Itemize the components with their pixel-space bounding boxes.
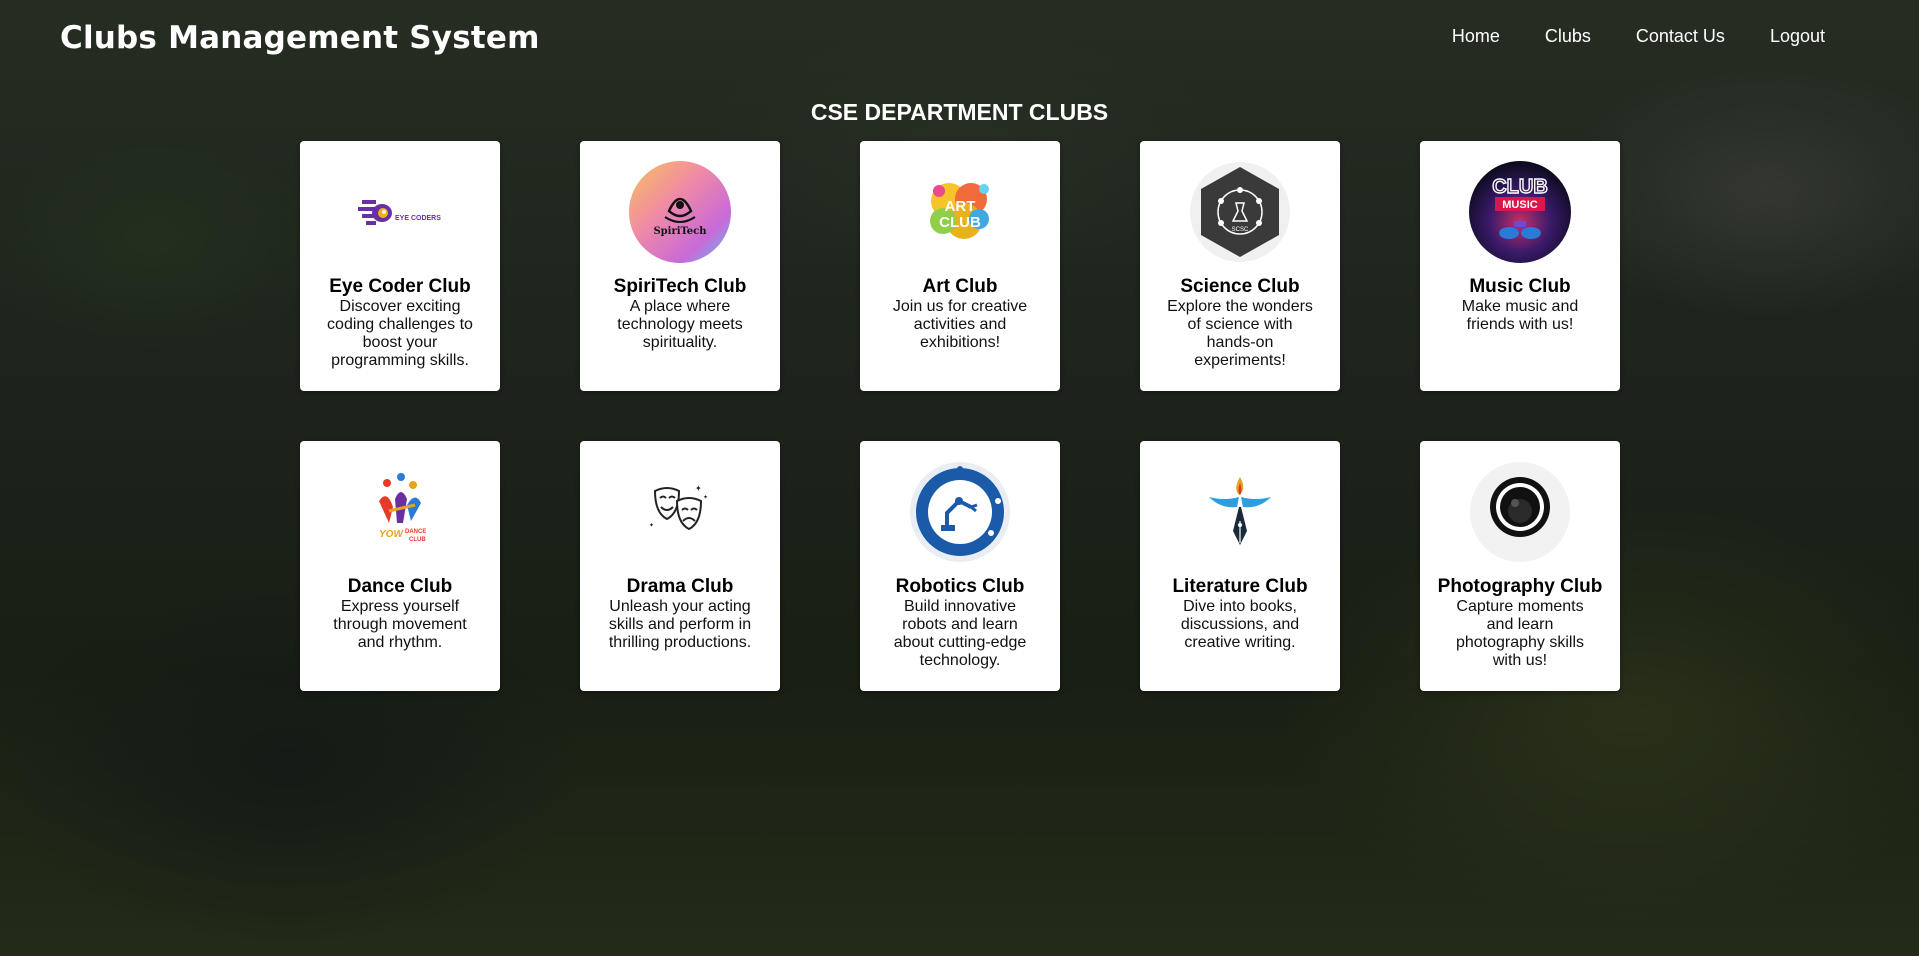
club-card-robotics[interactable]: Robotics Club Build innovative robots an… — [860, 441, 1060, 691]
club-card-science[interactable]: SCSC Science Club Explore the wonders of… — [1140, 141, 1340, 391]
svg-text:✦: ✦ — [695, 484, 702, 493]
nav-link-clubs[interactable]: Clubs — [1545, 26, 1591, 47]
svg-text:SCSC: SCSC — [1232, 227, 1249, 233]
club-description: Unleash your acting skills and perform i… — [608, 598, 752, 651]
navbar: Clubs Management System Home Clubs Conta… — [0, 0, 1919, 80]
club-description: Capture moments and learn photography sk… — [1455, 598, 1585, 669]
music-club-logo: CLUB MUSIC — [1469, 161, 1571, 263]
club-name: Robotics Club — [895, 576, 1025, 597]
nav-link-logout[interactable]: Logout — [1770, 26, 1825, 47]
svg-text:✦: ✦ — [703, 494, 708, 501]
svg-text:CLUB: CLUB — [939, 214, 981, 231]
club-name: Music Club — [1469, 276, 1571, 297]
club-card-drama[interactable]: ✦ ✦ ✦ Drama Club Unleash your acting ski… — [580, 441, 780, 691]
art-club-logo: ART CLUB — [909, 161, 1011, 263]
club-description: A place where technology meets spiritual… — [617, 298, 743, 351]
club-card-music[interactable]: CLUB MUSIC Music Club Make music and fri… — [1420, 141, 1620, 391]
drama-masks-logo: ✦ ✦ ✦ — [629, 461, 731, 563]
club-name: Literature Club — [1172, 576, 1308, 597]
club-name: Dance Club — [347, 576, 453, 597]
svg-text:ART: ART — [945, 198, 976, 215]
svg-text:MUSIC: MUSIC — [1502, 199, 1538, 211]
svg-text:✦: ✦ — [649, 522, 654, 529]
dance-club-logo: YOW DANCE CLUB — [349, 461, 451, 563]
club-card-spiritech[interactable]: SpiriTech SpiriTech Club A place where t… — [580, 141, 780, 391]
club-name: Eye Coder Club — [329, 276, 471, 297]
club-name: Art Club — [922, 276, 998, 297]
svg-text:CLUB: CLUB — [1492, 176, 1548, 198]
spiritech-logo: SpiriTech — [629, 161, 731, 263]
literature-pen-logo — [1189, 461, 1291, 563]
brand-title: Clubs Management System — [60, 20, 540, 56]
club-card-dance[interactable]: YOW DANCE CLUB Dance Club Express yourse… — [300, 441, 500, 691]
photography-lens-logo — [1469, 461, 1571, 563]
svg-text:CLUB: CLUB — [409, 537, 426, 543]
club-description: Express yourself through movement and rh… — [333, 598, 467, 651]
club-card-photography[interactable]: Photography Club Capture moments and lea… — [1420, 441, 1620, 691]
club-name: Drama Club — [626, 576, 734, 597]
svg-text:SpiriTech: SpiriTech — [653, 226, 707, 237]
club-name: SpiriTech Club — [613, 276, 747, 297]
nav-link-contact-us[interactable]: Contact Us — [1636, 26, 1725, 47]
club-description: Join us for creative activities and exhi… — [892, 298, 1028, 351]
eye-coders-logo: EYE CODERS — [349, 161, 451, 263]
club-name: Science Club — [1180, 276, 1300, 297]
svg-text:DANCE: DANCE — [405, 529, 426, 535]
club-name: Photography Club — [1437, 576, 1603, 597]
club-description: Explore the wonders of science with hand… — [1167, 298, 1313, 369]
clubs-grid: EYE CODERS Eye Coder Club Discover excit… — [300, 141, 1620, 691]
club-card-literature[interactable]: Literature Club Dive into books, discuss… — [1140, 441, 1340, 691]
robotics-club-logo — [909, 461, 1011, 563]
club-card-art[interactable]: ART CLUB Art Club Join us for creative a… — [860, 141, 1060, 391]
club-description: Make music and friends with us! — [1461, 298, 1579, 333]
club-description: Build innovative robots and learn about … — [893, 598, 1027, 669]
club-description: Discover exciting coding challenges to b… — [327, 298, 473, 369]
club-description: Dive into books, discussions, and creati… — [1180, 598, 1300, 651]
svg-text:EYE CODERS: EYE CODERS — [395, 215, 441, 222]
science-club-logo: SCSC — [1189, 161, 1291, 263]
svg-text:YOW: YOW — [379, 529, 404, 540]
nav-links: Home Clubs Contact Us Logout — [1452, 26, 1825, 47]
page-title: CSE DEPARTMENT CLUBS — [810, 99, 1109, 125]
nav-link-home[interactable]: Home — [1452, 26, 1500, 47]
club-card-eye-coder[interactable]: EYE CODERS Eye Coder Club Discover excit… — [300, 141, 500, 391]
